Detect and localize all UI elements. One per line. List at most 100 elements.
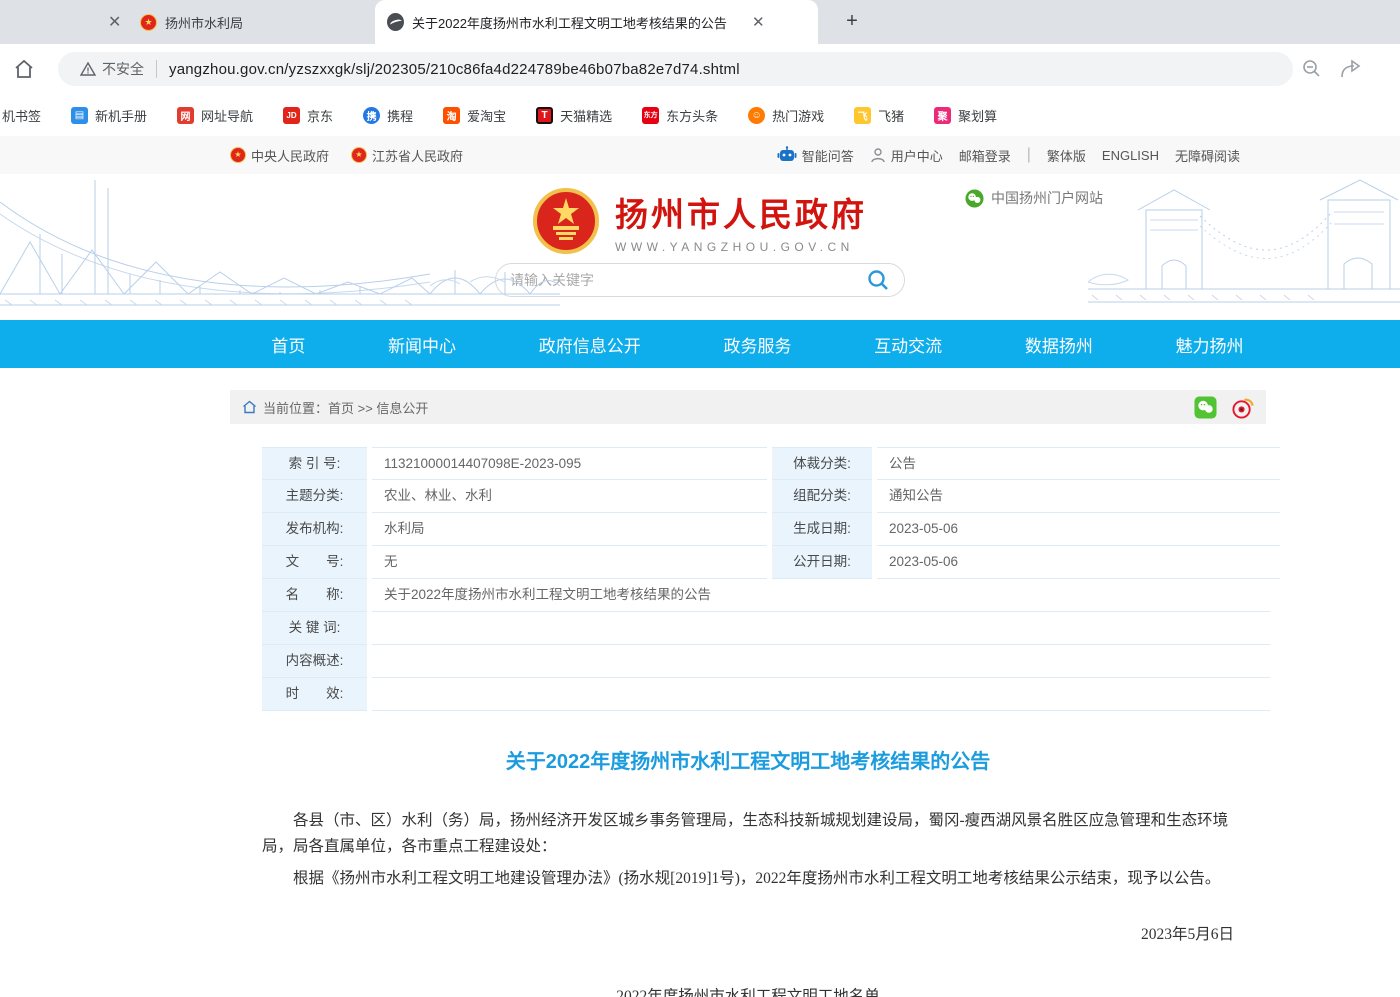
link-mail-login[interactable]: 邮箱登录 — [959, 146, 1011, 165]
nav-item-news[interactable]: 新闻中心 — [388, 332, 456, 357]
meta-row: 文 号: 无 公开日期: 2023-05-06 — [262, 546, 1265, 579]
meta-label: 索 引 号: — [262, 447, 367, 480]
bookmark-item[interactable]: ☺ 热门游戏 — [748, 106, 824, 125]
manual-icon: ▤ — [71, 107, 88, 124]
bookmark-item[interactable]: 网 网址导航 — [177, 106, 253, 125]
meta-value-publish-date: 2023-05-06 — [877, 546, 1280, 579]
nav-item-charm[interactable]: 魅力扬州 — [1176, 332, 1244, 357]
divider — [156, 60, 157, 78]
site-name: 扬州市人民政府 — [615, 188, 867, 236]
nav-item-data[interactable]: 数据扬州 — [1025, 332, 1093, 357]
nav-item-info-disclosure[interactable]: 政府信息公开 — [539, 332, 641, 357]
bookmark-item[interactable]: T 天猫精选 — [536, 106, 612, 125]
breadcrumb: 当前位置：首页 >> 信息公开 — [230, 390, 1266, 424]
bookmark-item[interactable]: 聚 聚划算 — [934, 106, 997, 125]
bookmark-item[interactable]: 飞 飞猪 — [854, 106, 904, 125]
doc-meta-table: 索 引 号: 11321000014407098E-2023-095 体裁分类:… — [262, 447, 1265, 711]
meta-value-category: 通知公告 — [877, 480, 1280, 513]
browser-address-row: 不安全 yangzhou.gov.cn/yzszxxgk/slj/202305/… — [0, 44, 1400, 94]
tab-announcement-active[interactable]: 关于2022年度扬州市水利工程文明工地考核结果的公告 ✕ — [375, 0, 818, 44]
doc-body: 各县（市、区）水利（务）局，扬州经济开发区城乡事务管理局，生态科技新城规划建设局… — [230, 808, 1266, 892]
close-icon[interactable]: ✕ — [748, 11, 769, 33]
address-omnibox[interactable]: 不安全 yangzhou.gov.cn/yzszxxgk/slj/202305/… — [58, 52, 1293, 86]
meta-row: 关 键 词: — [262, 612, 1265, 645]
portal-link[interactable]: 中国扬州门户网站 — [965, 188, 1103, 208]
tmall-icon: T — [536, 107, 553, 124]
taobao-icon: 淘 — [443, 107, 460, 124]
bookmark-item[interactable]: 东方 东方头条 — [642, 106, 718, 125]
doc-date: 2023年5月6日 — [230, 922, 1266, 944]
meta-label: 时 效: — [262, 678, 367, 711]
site-logo[interactable]: 扬州市人民政府 WWW.YANGZHOU.GOV.CN — [615, 188, 867, 254]
games-icon: ☺ — [748, 107, 765, 124]
tab-yangzhou-water-bureau[interactable]: ★ 扬州市水利局 — [140, 0, 370, 44]
meta-value-summary — [372, 645, 1270, 678]
meta-label: 体裁分类: — [772, 447, 872, 480]
nav-item-home[interactable]: 首页 — [271, 332, 305, 357]
zoom-out-icon[interactable] — [1301, 58, 1323, 80]
meta-value-validity — [372, 678, 1270, 711]
meta-row: 主题分类: 农业、林业、水利 组配分类: 通知公告 — [262, 480, 1265, 513]
user-icon — [870, 147, 886, 163]
link-accessibility[interactable]: 无障碍阅读 — [1175, 146, 1240, 165]
meta-row: 名 称: 关于2022年度扬州市水利工程文明工地考核结果的公告 — [262, 579, 1265, 612]
home-icon[interactable] — [242, 400, 257, 414]
bookmark-item[interactable]: ▤ 新机手册 — [71, 106, 147, 125]
meta-value-name: 关于2022年度扬州市水利工程文明工地考核结果的公告 — [372, 579, 1270, 612]
doc-paragraph: 根据《扬州市水利工程文明工地建设管理办法》(扬水规[2019]1号)，2022年… — [262, 866, 1236, 892]
not-secure-warning-icon — [80, 61, 96, 77]
bookmark-item[interactable]: JD 京东 — [283, 106, 333, 125]
meta-value-doc-number: 无 — [372, 546, 767, 579]
breadcrumb-path[interactable]: 首页 >> 信息公开 — [328, 401, 428, 416]
portal-label: 中国扬州门户网站 — [991, 188, 1103, 208]
search-icon[interactable] — [866, 268, 890, 292]
nav-item-services[interactable]: 政务服务 — [723, 332, 791, 357]
security-label[interactable]: 不安全 — [102, 59, 144, 79]
meta-row: 时 效: — [262, 678, 1265, 711]
link-user-center[interactable]: 用户中心 — [870, 146, 943, 165]
meta-row: 内容概述: — [262, 645, 1265, 678]
meta-label: 内容概述: — [262, 645, 367, 678]
link-english[interactable]: ENGLISH — [1102, 148, 1159, 163]
breadcrumb-label: 当前位置： — [263, 401, 328, 416]
url-text[interactable]: yangzhou.gov.cn/yzszxxgk/slj/202305/210c… — [169, 61, 740, 78]
toutiao-icon: 东方 — [642, 107, 659, 124]
meta-label: 发布机构: — [262, 513, 367, 546]
meta-label: 组配分类: — [772, 480, 872, 513]
doc-paragraph: 各县（市、区）水利（务）局，扬州经济开发区城乡事务管理局，生态科技新城规划建设局… — [262, 808, 1236, 860]
link-jiangsu-gov[interactable]: ★ 江苏省人民政府 — [351, 146, 463, 165]
divider: | — [1027, 146, 1031, 164]
bookmark-item[interactable]: 机书签 — [2, 106, 41, 125]
link-smart-qa[interactable]: 智能问答 — [777, 146, 854, 165]
link-traditional[interactable]: 繁体版 — [1047, 146, 1086, 165]
weibo-share-icon[interactable] — [1231, 396, 1254, 419]
national-emblem-icon — [533, 188, 599, 254]
bookmark-item[interactable]: 携 携程 — [363, 106, 413, 125]
link-central-gov[interactable]: ★ 中央人民政府 — [230, 146, 329, 165]
jd-icon: JD — [283, 107, 300, 124]
meta-value-keywords — [372, 612, 1270, 645]
browser-tab-bar: ✕ ★ 扬州市水利局 关于2022年度扬州市水利工程文明工地考核结果的公告 ✕ … — [0, 0, 1400, 44]
meta-label: 公开日期: — [772, 546, 872, 579]
close-icon[interactable]: ✕ — [108, 12, 121, 32]
meta-value-topic: 农业、林业、水利 — [372, 480, 767, 513]
fliggy-icon: 飞 — [854, 107, 871, 124]
meta-value-genre: 公告 — [877, 447, 1280, 480]
new-tab-button[interactable]: + — [838, 8, 866, 36]
search-input[interactable] — [510, 272, 866, 288]
meta-label: 主题分类: — [262, 480, 367, 513]
meta-label: 名 称: — [262, 579, 367, 612]
share-icon[interactable] — [1339, 58, 1363, 80]
gov-emblem-icon: ★ — [230, 147, 246, 163]
nav-item-interaction[interactable]: 互动交流 — [874, 332, 942, 357]
bookmark-item[interactable]: 淘 爱淘宝 — [443, 106, 506, 125]
doc-list-title: 2022年度扬州市水利工程文明工地名单 — [230, 984, 1266, 997]
gov-top-bar: ★ 中央人民政府 ★ 江苏省人民政府 智能问答 — [0, 136, 1400, 174]
bookmarks-bar: 机书签 ▤ 新机手册 网 网址导航 JD 京东 携 携程 淘 爱淘宝 T 天猫精… — [0, 94, 1400, 136]
wechat-share-icon[interactable] — [1194, 396, 1217, 419]
home-icon[interactable] — [12, 57, 36, 81]
gov-emblem-icon: ★ — [351, 147, 367, 163]
meta-row: 发布机构: 水利局 生成日期: 2023-05-06 — [262, 513, 1265, 546]
doc-title: 关于2022年度扬州市水利工程文明工地考核结果的公告 — [230, 745, 1266, 774]
robot-icon — [777, 146, 797, 164]
